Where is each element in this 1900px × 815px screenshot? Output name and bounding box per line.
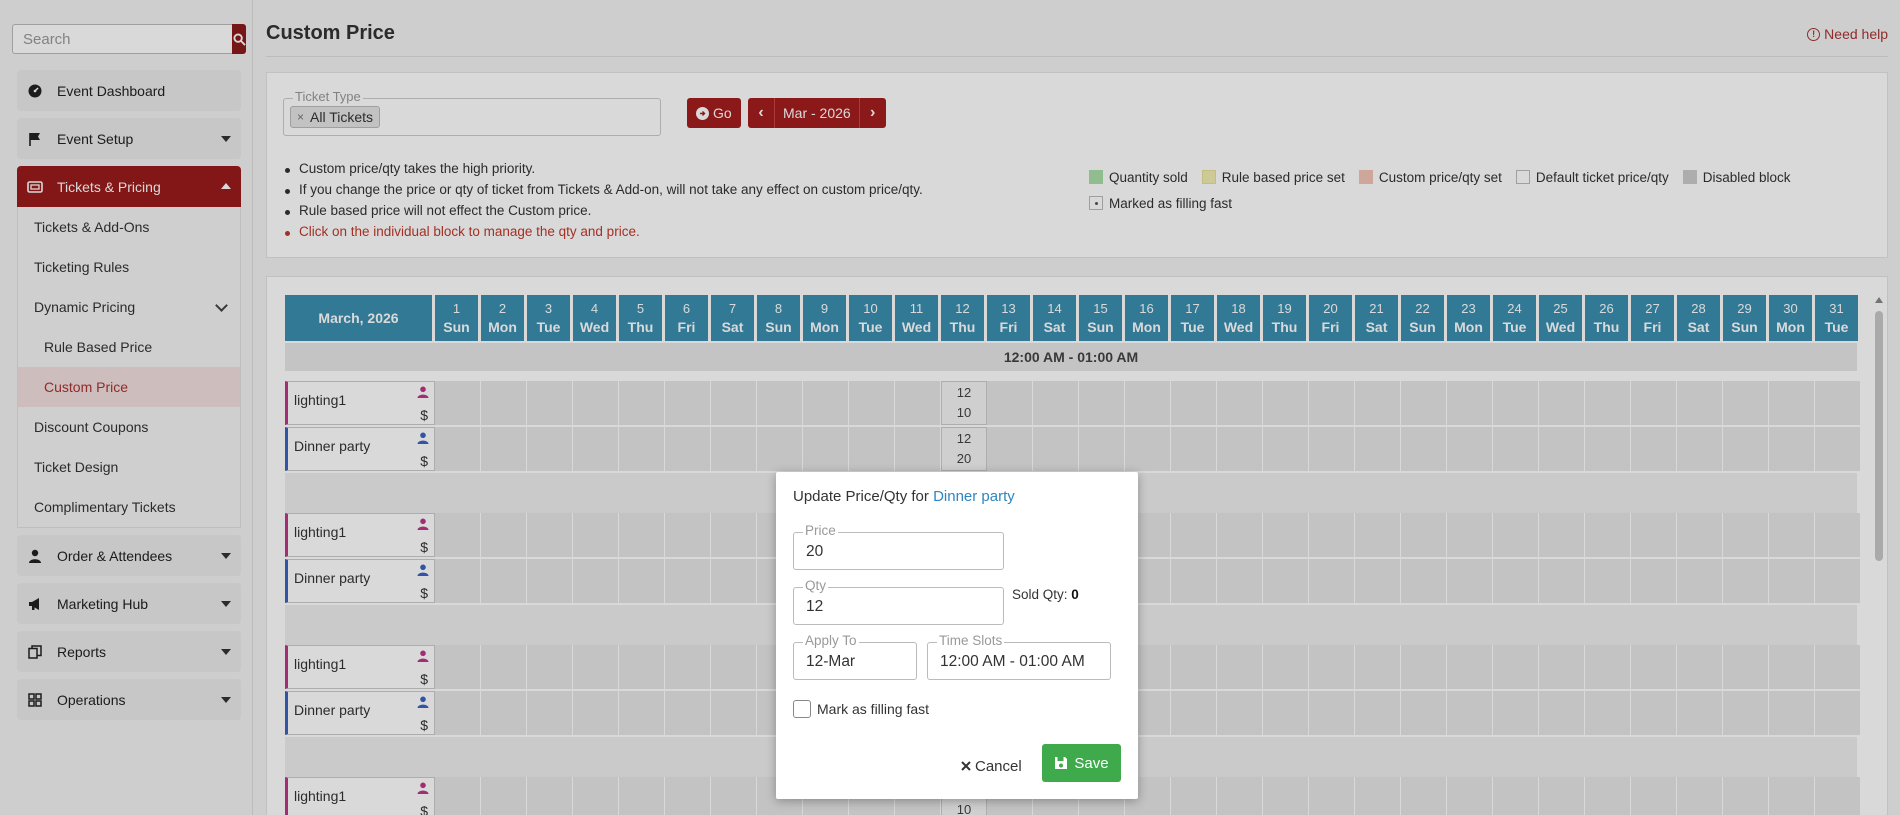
- sold-qty: Sold Qty: 0: [1012, 587, 1079, 602]
- price-field[interactable]: Price 20: [793, 523, 1004, 570]
- apply-to-field[interactable]: Apply To 12-Mar: [793, 633, 917, 680]
- time-slots-label: Time Slots: [937, 633, 1005, 648]
- qty-field[interactable]: Qty 12: [793, 578, 1004, 625]
- cancel-label: Cancel: [975, 757, 1022, 775]
- time-slots-value: 12:00 AM - 01:00 AM: [940, 653, 1085, 670]
- qty-value: 12: [806, 598, 824, 615]
- time-slots-field[interactable]: Time Slots 12:00 AM - 01:00 AM: [927, 633, 1111, 680]
- save-label: Save: [1074, 754, 1109, 772]
- filling-fast-option: Mark as filling fast: [793, 700, 929, 718]
- sold-qty-value: 0: [1071, 587, 1079, 602]
- save-icon: [1055, 757, 1068, 769]
- qty-label: Qty: [803, 578, 829, 593]
- price-value: 20: [806, 543, 824, 560]
- apply-to-label: Apply To: [803, 633, 859, 648]
- sold-qty-label: Sold Qty:: [1012, 587, 1068, 602]
- modal-title-prefix: Update Price/Qty for: [793, 488, 929, 505]
- modal-title: Update Price/Qty for Dinner party: [793, 488, 1015, 505]
- filling-fast-label: Mark as filling fast: [817, 701, 930, 717]
- save-button[interactable]: Save: [1042, 744, 1121, 782]
- apply-to-value: 12-Mar: [806, 653, 856, 670]
- update-price-modal: Update Price/Qty for Dinner party Price …: [776, 472, 1138, 799]
- filling-fast-checkbox[interactable]: [793, 700, 811, 718]
- modal-ticket-link[interactable]: Dinner party: [933, 488, 1015, 505]
- cancel-button[interactable]: Cancel: [961, 749, 1022, 783]
- price-label: Price: [803, 523, 838, 538]
- close-icon: [961, 761, 971, 771]
